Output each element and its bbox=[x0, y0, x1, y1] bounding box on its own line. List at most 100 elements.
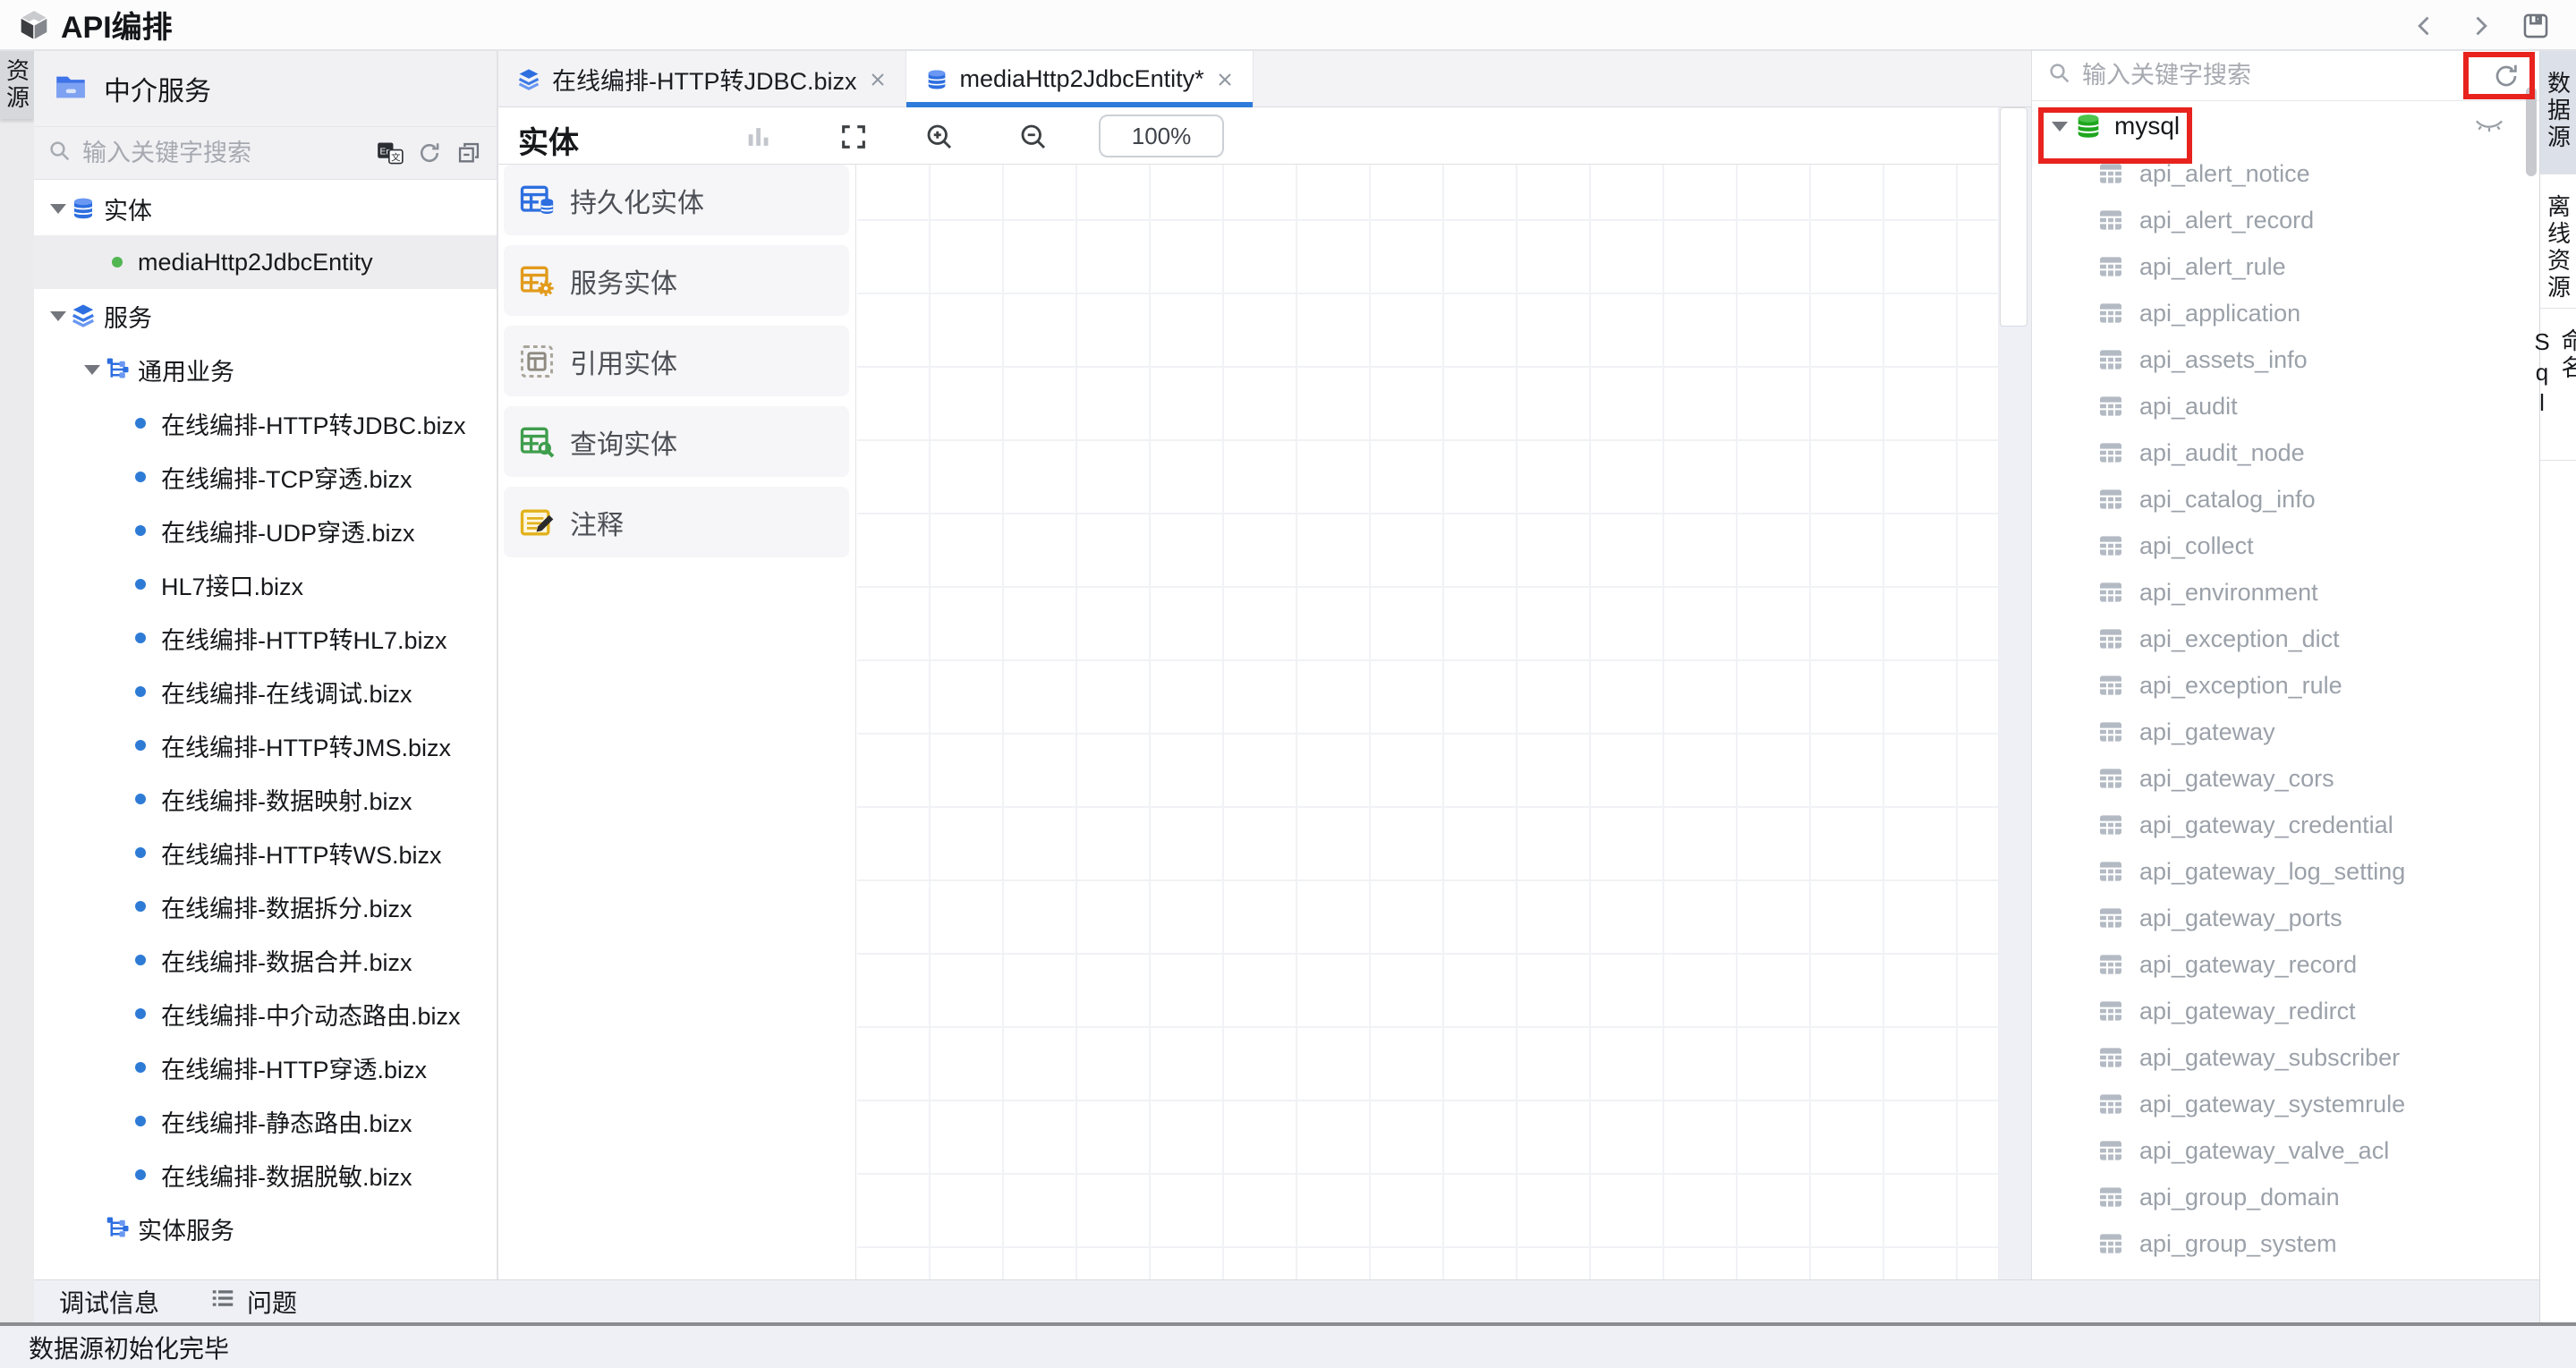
collapse-panels-icon[interactable] bbox=[455, 140, 482, 166]
caret-down-icon[interactable] bbox=[81, 365, 104, 375]
table-row[interactable]: api_gateway_systemrule bbox=[2032, 1081, 2539, 1127]
table-row[interactable]: api_collect bbox=[2032, 523, 2539, 569]
rail-tab[interactable]: 数据源 bbox=[2540, 51, 2576, 174]
tree-item[interactable]: 在线编排-UDP穿透.bizx bbox=[34, 504, 497, 557]
caret-down-icon[interactable] bbox=[2048, 122, 2071, 132]
palette-item[interactable]: 持久化实体 bbox=[504, 165, 849, 235]
close-icon[interactable] bbox=[868, 70, 888, 89]
canvas-toolbar: 实体 100% bbox=[498, 107, 1998, 165]
table-row[interactable]: api_alert_record bbox=[2032, 197, 2539, 243]
tab-problems[interactable]: 问题 bbox=[209, 1284, 297, 1320]
zoom-level[interactable]: 100% bbox=[1099, 115, 1224, 157]
table-name: api_exception_rule bbox=[2139, 672, 2342, 700]
table-row[interactable]: api_alert_notice bbox=[2032, 150, 2539, 197]
datasource-refresh-icon[interactable] bbox=[2492, 62, 2521, 90]
tree-item[interactable]: 在线编排-TCP穿透.bizx bbox=[34, 450, 497, 504]
table-row-partial[interactable] bbox=[2032, 1267, 2539, 1279]
table-row[interactable]: api_application bbox=[2032, 290, 2539, 336]
tree-item-label: HL7接口.bizx bbox=[161, 567, 303, 602]
palette-item-label: 服务实体 bbox=[570, 261, 677, 301]
table-row[interactable]: api_audit bbox=[2032, 383, 2539, 429]
tree-item[interactable]: 在线编排-数据合并.bizx bbox=[34, 933, 497, 987]
closed-eye-icon[interactable] bbox=[2474, 115, 2504, 137]
zoom-out-icon[interactable] bbox=[1016, 120, 1050, 154]
tree-item[interactable]: 在线编排-数据映射.bizx bbox=[34, 772, 497, 826]
tree-item[interactable]: 在线编排-静态路由.bizx bbox=[34, 1094, 497, 1148]
translate-icon[interactable]: En 文 bbox=[377, 140, 404, 166]
table-row[interactable]: api_gateway bbox=[2032, 709, 2539, 755]
table-icon bbox=[2096, 531, 2125, 560]
tree-item-label: 在线编排-HTTP转JDBC.bizx bbox=[161, 406, 466, 441]
table-name: api_gateway_systemrule bbox=[2139, 1091, 2405, 1118]
datasource-node-mysql[interactable]: mysql bbox=[2032, 103, 2539, 149]
sidebar-header: 中介服务 bbox=[34, 51, 497, 126]
table-row[interactable]: api_alert_rule bbox=[2032, 243, 2539, 290]
nav-back-icon[interactable] bbox=[2410, 11, 2440, 41]
palette-item[interactable]: 注释 bbox=[504, 487, 849, 557]
rail-tab[interactable]: 命名Sql bbox=[2540, 309, 2576, 461]
tree-item[interactable]: mediaHttp2JdbcEntity bbox=[34, 235, 497, 289]
rail-tab-resources[interactable]: 资源 bbox=[0, 51, 34, 119]
panel-scrollbar-thumb[interactable] bbox=[2526, 87, 2537, 176]
save-icon[interactable] bbox=[2521, 11, 2551, 41]
canvas-scrollbar-track[interactable] bbox=[1998, 107, 2031, 1279]
refresh-icon[interactable] bbox=[416, 140, 443, 166]
tree-item[interactable]: 在线编排-HTTP转JMS.bizx bbox=[34, 718, 497, 772]
tree-item[interactable]: 在线编排-在线调试.bizx bbox=[34, 665, 497, 718]
table-row[interactable]: api_gateway_cors bbox=[2032, 755, 2539, 802]
table-row[interactable]: api_assets_info bbox=[2032, 336, 2539, 383]
table-icon bbox=[2096, 252, 2125, 281]
table-row[interactable]: api_environment bbox=[2032, 569, 2539, 616]
tree-item[interactable]: 在线编排-HTTP转JDBC.bizx bbox=[34, 396, 497, 450]
table-row[interactable]: api_exception_dict bbox=[2032, 616, 2539, 662]
caret-down-icon[interactable] bbox=[47, 204, 70, 214]
blue-dot-icon bbox=[127, 945, 154, 975]
blue-dot-icon bbox=[127, 408, 154, 438]
flow-icon bbox=[104, 354, 131, 385]
palette-item[interactable]: 查询实体 bbox=[504, 406, 849, 477]
stats-bar-chart-icon[interactable] bbox=[742, 120, 776, 154]
canvas-scrollbar-thumb[interactable] bbox=[2000, 107, 2028, 327]
tab-debug-info[interactable]: 调试信息 bbox=[59, 1284, 159, 1320]
table-row[interactable]: api_group_system bbox=[2032, 1220, 2539, 1267]
table-row[interactable]: api_gateway_valve_acl bbox=[2032, 1127, 2539, 1174]
editor-tab[interactable]: mediaHttp2JdbcEntity* bbox=[906, 51, 1254, 107]
tree-item[interactable]: 在线编排-中介动态路由.bizx bbox=[34, 987, 497, 1041]
tree-item[interactable]: HL7接口.bizx bbox=[34, 557, 497, 611]
table-row[interactable]: api_group_domain bbox=[2032, 1174, 2539, 1220]
palette-item[interactable]: 服务实体 bbox=[504, 245, 849, 316]
fit-screen-icon[interactable] bbox=[837, 120, 871, 154]
rail-tab[interactable]: 离线资源 bbox=[2540, 174, 2576, 309]
tree-item[interactable]: 在线编排-HTTP转WS.bizx bbox=[34, 826, 497, 879]
tree-item[interactable]: 服务 bbox=[34, 289, 497, 343]
tree-item[interactable]: 通用业务 bbox=[34, 343, 497, 396]
tree-item[interactable]: 在线编排-HTTP穿透.bizx bbox=[34, 1041, 497, 1094]
tree-item[interactable]: 在线编排-数据拆分.bizx bbox=[34, 879, 497, 933]
palette-item[interactable]: 引用实体 bbox=[504, 326, 849, 396]
tree-item[interactable]: 在线编排-数据脱敏.bizx bbox=[34, 1148, 497, 1202]
tree-item[interactable]: 在线编排-HTTP转HL7.bizx bbox=[34, 611, 497, 665]
diagram-canvas[interactable] bbox=[857, 165, 1998, 1279]
sidebar-search-input[interactable] bbox=[82, 140, 377, 167]
nav-forward-icon[interactable] bbox=[2465, 11, 2495, 41]
close-icon[interactable] bbox=[1215, 70, 1235, 89]
table-row[interactable]: api_gateway_record bbox=[2032, 941, 2539, 988]
table-row[interactable]: api_exception_rule bbox=[2032, 662, 2539, 709]
table-row[interactable]: api_gateway_log_setting bbox=[2032, 848, 2539, 895]
datasource-search-row bbox=[2032, 51, 2539, 101]
tree-item-label: 通用业务 bbox=[138, 353, 234, 387]
tree-item[interactable]: 实体服务 bbox=[34, 1202, 497, 1255]
table-row[interactable]: api_gateway_redirct bbox=[2032, 988, 2539, 1034]
editor-tab[interactable]: 在线编排-HTTP转JDBC.bizx bbox=[498, 51, 906, 107]
table-icon bbox=[2096, 206, 2125, 234]
table-row[interactable]: api_gateway_ports bbox=[2032, 895, 2539, 941]
table-row[interactable]: api_gateway_subscriber bbox=[2032, 1034, 2539, 1081]
datasource-search-input[interactable] bbox=[2082, 62, 2539, 89]
table-row[interactable]: api_gateway_credential bbox=[2032, 802, 2539, 848]
caret-down-icon[interactable] bbox=[47, 311, 70, 321]
tree-item[interactable]: 实体 bbox=[34, 182, 497, 235]
zoom-in-icon[interactable] bbox=[922, 120, 956, 154]
table-row[interactable]: api_audit_node bbox=[2032, 429, 2539, 476]
table-row[interactable]: api_catalog_info bbox=[2032, 476, 2539, 523]
table-icon bbox=[2096, 345, 2125, 374]
